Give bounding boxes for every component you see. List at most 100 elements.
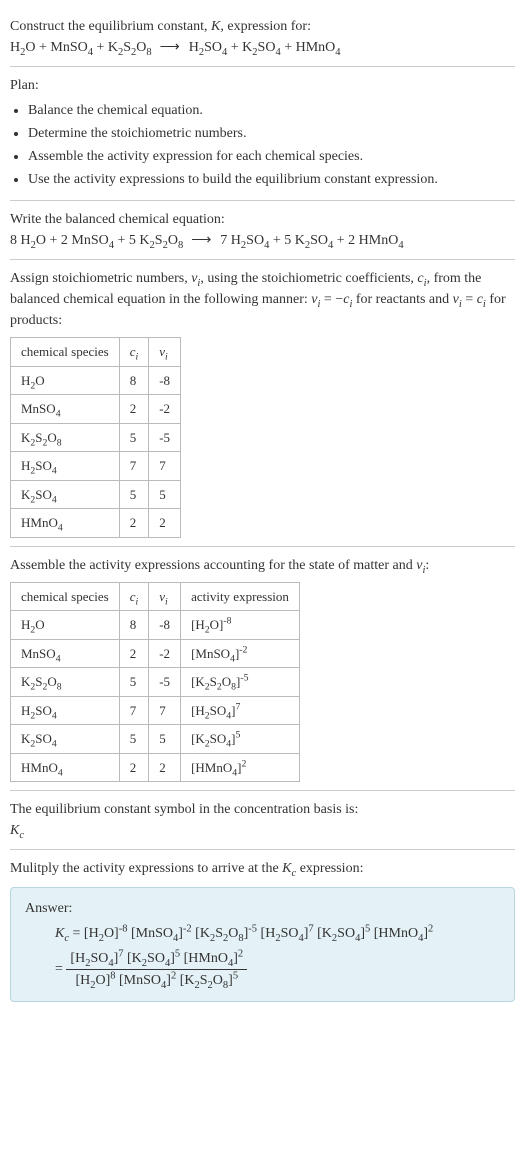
col-activity: activity expression [181,582,300,611]
coef: 8 [10,233,17,248]
cell-ci: 7 [119,696,149,725]
prompt-text: Construct the equilibrium constant, K, e… [10,16,515,37]
activity-section: Assemble the activity expressions accoun… [10,547,515,792]
stoich-text: Assign stoichiometric numbers, νi, using… [10,268,515,331]
cell-ci: 2 [119,753,149,782]
fraction-numerator: [H2SO4]7 [K2SO4]5 [HMnO4]2 [66,948,247,970]
cell-activity: [HMnO4]2 [181,753,300,782]
balanced-heading: Write the balanced chemical equation: [10,209,515,230]
cell-vi: -2 [149,395,181,424]
table-row: K2S2O85-5 [11,423,181,452]
fraction: [H2SO4]7 [K2SO4]5 [HMnO4]2 [H2O]8 [MnSO4… [66,948,247,991]
cell-activity: [H2O]-8 [181,611,300,640]
balanced-equation: 8 H2O + 2 MnSO4 + 5 K2S2O8 ⟶ 7 H2SO4 + 5… [10,230,515,251]
table-row: H2O8-8 [11,366,181,395]
plan-section: Plan: Balance the chemical equation. Det… [10,67,515,201]
cell-ci: 2 [119,395,149,424]
cell-activity: [K2SO4]5 [181,725,300,754]
plan-heading: Plan: [10,75,515,96]
cell-vi: 2 [149,509,181,538]
coef: 5 [284,233,291,248]
coef: 2 [348,233,355,248]
cell-vi: 7 [149,696,181,725]
symbol-text: The equilibrium constant symbol in the c… [10,799,515,820]
table-row: K2SO455 [11,480,181,509]
col-species: chemical species [11,338,120,367]
table-row: H2SO477 [11,452,181,481]
cell-vi: -8 [149,366,181,395]
cell-species: H2O [11,366,120,395]
cell-vi: 7 [149,452,181,481]
table-row: K2S2O85-5[K2S2O8]-5 [11,668,300,697]
cell-vi: -8 [149,611,181,640]
col-vi: νi [149,582,181,611]
coef: 2 [61,233,68,248]
cell-vi: -2 [149,639,181,668]
answer-label: Answer: [25,898,500,919]
cell-species: H2O [11,611,120,640]
table-row: HMnO422[HMnO4]2 [11,753,300,782]
cell-vi: 2 [149,753,181,782]
table-row: H2SO477[H2SO4]7 [11,696,300,725]
table-header-row: chemical species ci νi [11,338,181,367]
arrow-icon: ⟶ [187,233,217,248]
col-ci: ci [119,338,149,367]
table-row: MnSO42-2 [11,395,181,424]
cell-species: HMnO4 [11,509,120,538]
table-row: HMnO422 [11,509,181,538]
cell-species: MnSO4 [11,395,120,424]
plan-item: Determine the stoichiometric numbers. [28,123,515,144]
cell-ci: 5 [119,668,149,697]
cell-activity: [K2S2O8]-5 [181,668,300,697]
cell-species: K2S2O8 [11,423,120,452]
unbalanced-equation: H2O + MnSO4 + K2S2O8 ⟶ H2SO4 + K2SO4 + H… [10,37,515,58]
cell-species: HMnO4 [11,753,120,782]
cell-vi: 5 [149,480,181,509]
plan-item: Use the activity expressions to build th… [28,169,515,190]
cell-activity: [H2SO4]7 [181,696,300,725]
stoich-table: chemical species ci νi H2O8-8 MnSO42-2 K… [10,337,181,538]
cell-ci: 5 [119,423,149,452]
cell-species: K2SO4 [11,480,120,509]
prompt-section: Construct the equilibrium constant, K, e… [10,8,515,67]
col-ci: ci [119,582,149,611]
fraction-denominator: [H2O]8 [MnSO4]2 [K2S2O8]5 [66,970,247,991]
cell-species: K2SO4 [11,725,120,754]
balanced-section: Write the balanced chemical equation: 8 … [10,201,515,260]
cell-ci: 8 [119,611,149,640]
arrow-icon: ⟶ [155,40,185,55]
cell-vi: -5 [149,423,181,452]
cell-ci: 2 [119,509,149,538]
cell-ci: 5 [119,725,149,754]
cell-ci: 5 [119,480,149,509]
symbol-section: The equilibrium constant symbol in the c… [10,791,515,850]
cell-species: H2SO4 [11,696,120,725]
cell-ci: 8 [119,366,149,395]
coef: 5 [129,233,136,248]
col-species: chemical species [11,582,120,611]
cell-species: H2SO4 [11,452,120,481]
table-row: K2SO455[K2SO4]5 [11,725,300,754]
table-header-row: chemical species ci νi activity expressi… [11,582,300,611]
cell-ci: 7 [119,452,149,481]
multiply-section: Mulitply the activity expressions to arr… [10,850,515,883]
stoich-section: Assign stoichiometric numbers, νi, using… [10,260,515,547]
kc-fraction-line: = [H2SO4]7 [K2SO4]5 [HMnO4]2 [H2O]8 [MnS… [55,948,500,991]
col-vi: νi [149,338,181,367]
coef: 7 [220,233,227,248]
table-row: H2O8-8[H2O]-8 [11,611,300,640]
multiply-text: Mulitply the activity expressions to arr… [10,858,515,879]
plan-list: Balance the chemical equation. Determine… [10,100,515,190]
activity-table: chemical species ci νi activity expressi… [10,582,300,783]
cell-species: MnSO4 [11,639,120,668]
cell-vi: -5 [149,668,181,697]
cell-ci: 2 [119,639,149,668]
answer-box: Answer: Kc = [H2O]-8 [MnSO4]-2 [K2S2O8]-… [10,887,515,1002]
plan-item: Assemble the activity expression for eac… [28,146,515,167]
cell-vi: 5 [149,725,181,754]
activity-text: Assemble the activity expressions accoun… [10,555,515,576]
table-row: MnSO42-2[MnSO4]-2 [11,639,300,668]
plan-item: Balance the chemical equation. [28,100,515,121]
cell-species: K2S2O8 [11,668,120,697]
symbol-value: Kc [10,820,515,841]
